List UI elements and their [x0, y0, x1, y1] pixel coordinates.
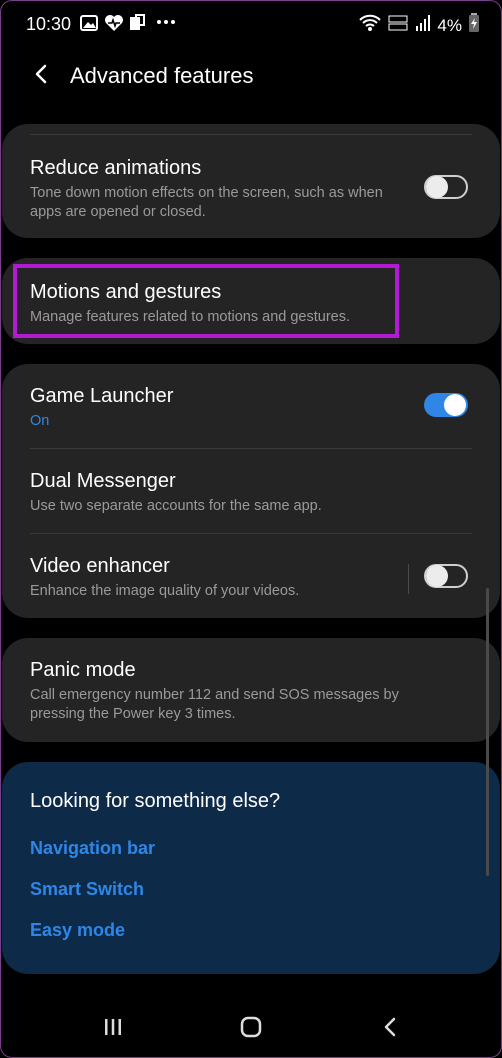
- page-title: Advanced features: [70, 63, 254, 88]
- recents-icon[interactable]: [100, 1014, 126, 1040]
- signal-icon: [415, 14, 431, 37]
- setting-subtitle: Call emergency number 112 and send SOS m…: [30, 687, 399, 722]
- volte-icon: [387, 14, 409, 37]
- setting-title: Reduce animations: [30, 157, 202, 179]
- image-icon: [80, 14, 98, 37]
- setting-status: On: [30, 413, 50, 429]
- scrollbar[interactable]: [486, 588, 489, 876]
- health-icon: [104, 14, 124, 37]
- toggle-knob: [426, 565, 448, 587]
- vertical-separator: [408, 564, 409, 594]
- divider: [30, 134, 472, 135]
- wifi-icon: [359, 14, 382, 37]
- system-nav-bar: [0, 998, 502, 1058]
- highlight-box: [13, 264, 399, 338]
- status-time: 10:30: [26, 14, 72, 34]
- panic-card: Panic mode Call emergency number 112 and…: [2, 638, 500, 742]
- back-arrow-icon[interactable]: [30, 62, 54, 86]
- suggestions-card: Looking for something else? Navigation b…: [2, 762, 500, 974]
- battery-percent: 4%: [437, 15, 462, 35]
- nav-back-icon[interactable]: [378, 1014, 404, 1040]
- setting-panic-mode[interactable]: Panic mode Call emergency number 112 and…: [30, 658, 440, 724]
- more-icon: [156, 12, 176, 35]
- setting-title: Game Launcher: [30, 385, 174, 407]
- setting-video-enhancer[interactable]: Video enhancer Enhance the image quality…: [30, 554, 390, 601]
- toggle-knob: [444, 394, 466, 416]
- link-navigation-bar[interactable]: Navigation bar: [30, 838, 155, 859]
- toggle-knob: [426, 176, 448, 198]
- app-header: Advanced features: [0, 56, 502, 96]
- reduce-animations-toggle[interactable]: [424, 175, 468, 199]
- video-enhancer-toggle[interactable]: [424, 564, 468, 588]
- reduce-animations-card: Reduce animations Tone down motion effec…: [2, 124, 500, 238]
- setting-title: Panic mode: [30, 659, 136, 681]
- setting-title: Dual Messenger: [30, 470, 176, 492]
- setting-dual-messenger[interactable]: Dual Messenger Use two separate accounts…: [30, 469, 472, 516]
- sim-icon: [128, 14, 146, 37]
- features-card: Game Launcher On Dual Messenger Use two …: [2, 364, 500, 618]
- setting-reduce-animations[interactable]: Reduce animations Tone down motion effec…: [30, 156, 390, 222]
- home-icon[interactable]: [238, 1014, 264, 1040]
- divider: [30, 533, 472, 534]
- setting-subtitle: Enhance the image quality of your videos…: [30, 583, 300, 599]
- game-launcher-toggle[interactable]: [424, 393, 468, 417]
- suggestions-heading: Looking for something else?: [30, 790, 281, 812]
- setting-title: Video enhancer: [30, 555, 170, 577]
- divider: [30, 448, 472, 449]
- status-bar: 10:30 4%: [0, 0, 502, 48]
- setting-subtitle: Use two separate accounts for the same a…: [30, 498, 322, 514]
- battery-icon: [468, 13, 480, 38]
- setting-subtitle: Tone down motion effects on the screen, …: [30, 185, 383, 220]
- link-smart-switch[interactable]: Smart Switch: [30, 879, 144, 900]
- setting-game-launcher[interactable]: Game Launcher On: [30, 384, 390, 431]
- link-easy-mode[interactable]: Easy mode: [30, 920, 125, 941]
